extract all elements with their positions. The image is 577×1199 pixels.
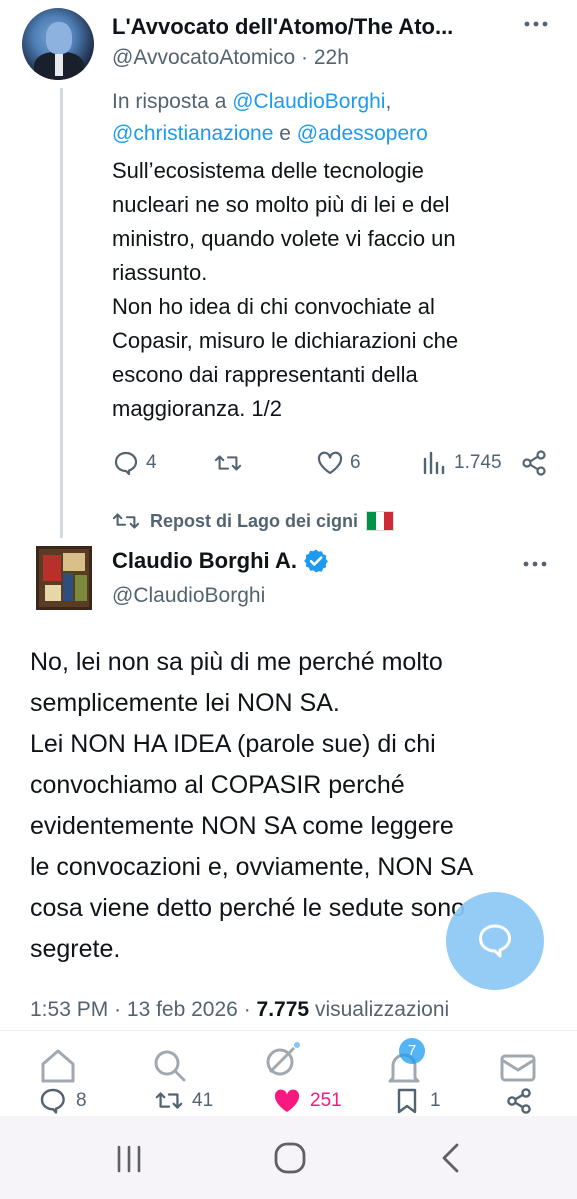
main-display-name[interactable]: Claudio Borghi A. [112,548,297,574]
share-action[interactable] [520,448,548,478]
main-bookmark-action[interactable]: 1 [392,1086,441,1116]
repost-icon [155,1092,183,1109]
home-button-icon[interactable] [272,1140,308,1176]
mention-christianazione[interactable]: @christianazione [112,122,273,145]
main-like-action[interactable]: 251 [272,1086,342,1116]
original-handle-line: @AvvocatoAtomico · 22h [112,46,349,70]
notifications-badge: 7 [399,1038,425,1064]
share-icon [507,1088,531,1114]
reply-prefix: In risposta a [112,90,233,113]
reply-icon [114,451,138,476]
views-total: 7.775 [256,998,310,1021]
avatar-claudio-borghi[interactable] [36,546,92,610]
views-count: 1.745 [454,452,502,473]
system-navigation-bar [0,1116,577,1199]
reply-and: e [273,122,297,145]
original-handle[interactable]: @AvvocatoAtomico [112,46,295,69]
compose-reply-fab[interactable] [446,892,544,990]
mention-adessopero[interactable]: @adessopero [297,122,428,145]
chat-bubble-icon [479,924,511,958]
main-display-name-row[interactable]: Claudio Borghi A. [112,548,329,574]
reply-action[interactable]: 4 [112,448,157,478]
reply-icon [40,1088,65,1114]
views-label: visualizzazioni [314,998,450,1021]
repost-by-line[interactable]: Repost di Lago dei cigni [112,510,395,532]
separator-dot: · [301,46,309,69]
original-display-name[interactable]: L'Avvocato dell'Atomo/The Ato... [112,14,500,40]
repost-label: Repost di Lago dei cigni [150,510,359,531]
verified-badge-icon[interactable] [303,548,329,574]
original-tweet-text[interactable]: Sull’ecosistema delle tecnologie nuclear… [112,154,552,426]
more-options-icon-main[interactable] [520,554,550,574]
mail-icon[interactable] [498,1048,538,1088]
original-time[interactable]: 22h [314,46,349,69]
views-action[interactable]: 1.745 [420,448,502,478]
bookmark-icon [397,1088,417,1114]
like-count: 6 [350,452,361,473]
main-repost-action[interactable]: 41 [154,1086,213,1116]
main-repost-count: 41 [192,1090,214,1111]
like-action[interactable]: 6 [316,448,361,478]
back-icon[interactable] [436,1140,466,1176]
mention-claudioborghi[interactable]: @ClaudioBorghi [232,90,385,113]
repost-icon [214,455,242,471]
heart-filled-icon [274,1089,300,1112]
heart-icon [317,451,343,475]
main-share-action[interactable] [504,1086,534,1116]
divider [0,1030,577,1031]
home-icon[interactable] [38,1046,78,1086]
italy-flag-icon [366,511,395,531]
avatar-face [46,22,72,54]
reply-to-line: In risposta a @ClaudioBorghi, @christian… [112,90,428,145]
reply-count: 4 [146,452,157,473]
repost-action[interactable] [214,448,242,478]
tweet-meta-line: 1:53 PM · 13 feb 2026 · 7.775 visualizza… [30,998,450,1021]
recent-apps-icon[interactable] [112,1142,146,1176]
views-icon [423,451,445,475]
more-options-icon[interactable] [522,14,550,34]
main-bookmark-count: 1 [430,1090,441,1111]
main-handle[interactable]: @ClaudioBorghi [112,584,265,608]
main-like-count: 251 [310,1090,342,1111]
share-icon [522,450,546,476]
tweet-time[interactable]: 1:53 PM [30,998,108,1021]
repost-small-icon [112,513,140,529]
thread-line [60,88,63,538]
avatar-avvocato[interactable] [22,8,94,80]
search-icon[interactable] [150,1046,190,1086]
tweet-date[interactable]: 13 feb 2026 [127,998,238,1021]
grok-icon[interactable] [262,1040,302,1080]
main-reply-action[interactable]: 8 [38,1086,87,1116]
main-reply-count: 8 [76,1090,87,1111]
avatar-tie [55,54,63,76]
